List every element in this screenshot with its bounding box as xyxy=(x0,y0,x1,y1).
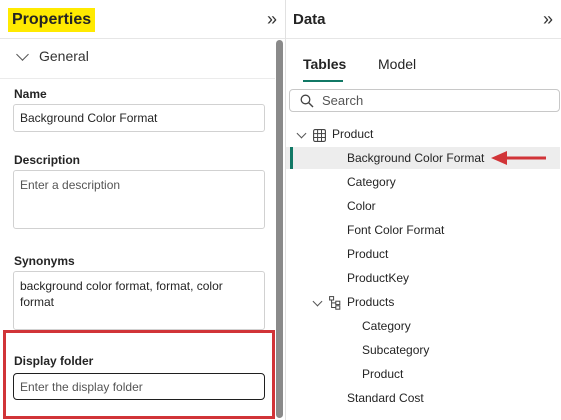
description-label: Description xyxy=(14,153,81,167)
title-highlight: Properties xyxy=(8,8,96,32)
selection-indicator xyxy=(290,147,293,169)
tree-table-product[interactable]: Product xyxy=(286,123,560,145)
tree-level-subcategory[interactable]: Subcategory xyxy=(286,339,560,361)
tree-item-font-color-format[interactable]: Font Color Format xyxy=(286,219,560,241)
properties-title: Properties xyxy=(12,11,92,28)
data-title: Data xyxy=(293,11,326,28)
tree-item-label: ProductKey xyxy=(347,271,410,285)
section-general[interactable]: General xyxy=(14,47,89,64)
chevron-down-icon xyxy=(296,128,307,139)
tree-item-standard-cost[interactable]: Standard Cost xyxy=(286,387,560,409)
tree-item-label: Category xyxy=(347,175,396,189)
synonyms-label: Synonyms xyxy=(14,254,75,268)
table-icon xyxy=(313,127,326,149)
section-general-label: General xyxy=(39,48,89,64)
tab-tables[interactable]: Tables xyxy=(303,56,346,72)
description-field[interactable] xyxy=(13,170,265,229)
tree-item-background-color-format[interactable]: Background Color Format xyxy=(286,147,560,169)
tree-item-label: Subcategory xyxy=(362,343,430,357)
tree-item-label: Font Color Format xyxy=(347,223,445,237)
arrow-icon xyxy=(491,150,547,173)
tree-item-product[interactable]: Product xyxy=(286,243,560,265)
data-pane: Data » Tables Model Product Background C… xyxy=(286,0,561,420)
tree-item-label: Product xyxy=(362,367,404,381)
tree-item-label: Standard Cost xyxy=(347,391,424,405)
tree-level-product[interactable]: Product xyxy=(286,363,560,385)
tree-item-label: Category xyxy=(362,319,411,333)
tree-item-productkey[interactable]: ProductKey xyxy=(286,267,560,289)
search-box[interactable] xyxy=(289,89,560,112)
search-input[interactable] xyxy=(320,92,544,109)
properties-scrollbar[interactable] xyxy=(276,40,283,418)
hierarchy-icon xyxy=(329,295,341,317)
tree-item-label: Products xyxy=(347,295,395,309)
tree-item-category[interactable]: Category xyxy=(286,171,560,193)
name-field[interactable] xyxy=(13,104,265,132)
section-divider xyxy=(0,78,275,79)
tree-item-label: Color xyxy=(347,199,376,213)
tree-item-color[interactable]: Color xyxy=(286,195,560,217)
tree-item-label: Product xyxy=(332,127,374,141)
active-tab-indicator xyxy=(303,80,343,82)
tree-item-label: Background Color Format xyxy=(347,151,485,165)
properties-header: Properties » xyxy=(0,0,285,39)
properties-pane: Properties » General Name Description Sy… xyxy=(0,0,285,420)
expand-properties-icon[interactable]: » xyxy=(267,9,277,29)
chevron-down-icon xyxy=(16,47,29,61)
tree-level-category[interactable]: Category xyxy=(286,315,560,337)
tree-hierarchy-products[interactable]: Products xyxy=(286,291,560,313)
tab-model[interactable]: Model xyxy=(378,56,416,72)
tree-item-label: Product xyxy=(347,247,389,261)
search-icon xyxy=(300,94,314,108)
data-header: Data » xyxy=(286,0,561,39)
display-folder-label: Display folder xyxy=(14,354,94,368)
chevron-down-icon xyxy=(312,296,323,307)
name-label: Name xyxy=(14,87,47,101)
display-folder-field[interactable] xyxy=(13,373,265,400)
expand-data-icon[interactable]: » xyxy=(543,9,553,29)
synonyms-field[interactable]: background color format, format, color f… xyxy=(13,271,265,330)
